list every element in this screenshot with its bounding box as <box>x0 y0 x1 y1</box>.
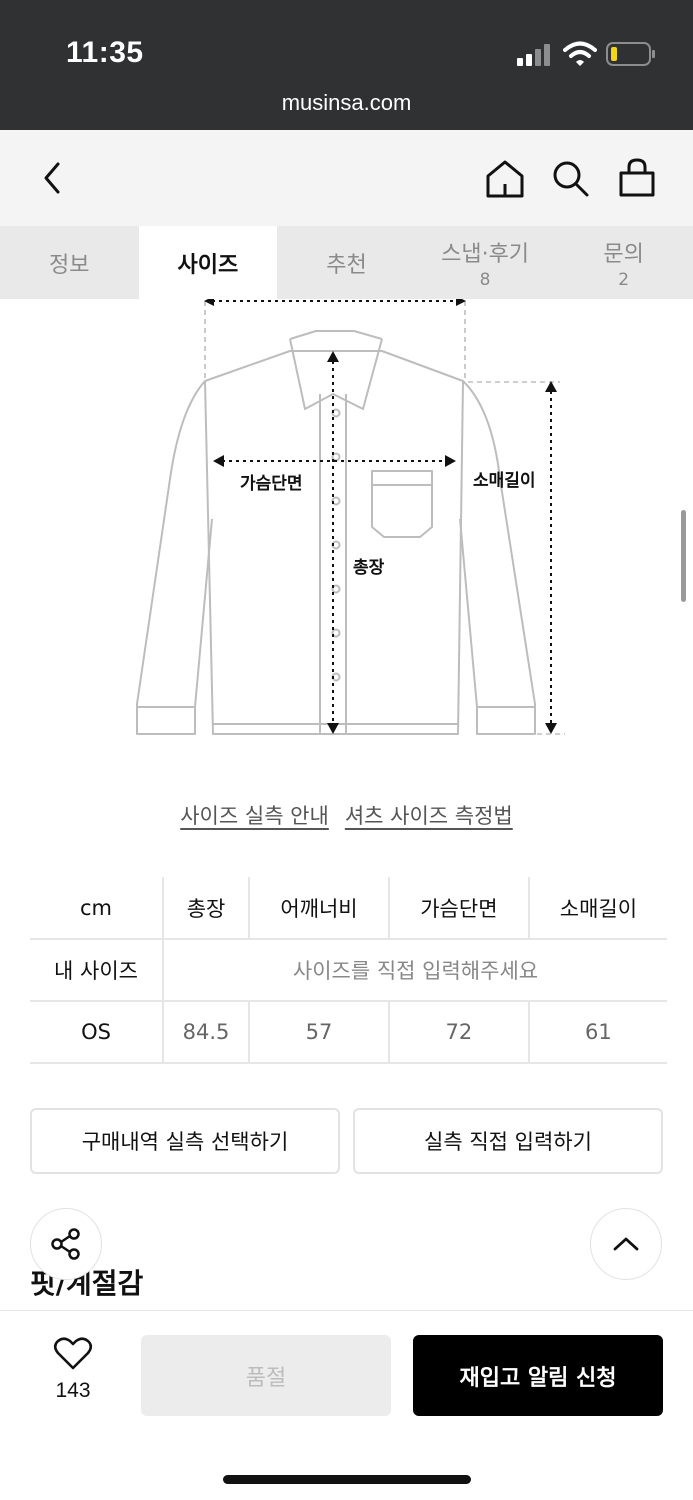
search-icon[interactable] <box>549 154 593 202</box>
tab-snap-review[interactable]: 스냅·후기 8 <box>416 226 555 299</box>
table-row: OS 84.5 57 72 61 <box>30 1001 667 1064</box>
chevron-up-icon <box>613 1237 639 1251</box>
scroll-to-top-button[interactable] <box>590 1208 662 1280</box>
table-cell: 72 <box>387 1001 529 1064</box>
product-tabs: 정보 사이즈 추천 스냅·후기 8 문의 2 <box>0 226 693 299</box>
home-icon[interactable] <box>483 154 527 202</box>
review-count: 8 <box>479 269 491 290</box>
table-header-cell: 어깨너비 <box>248 877 389 940</box>
app-header <box>0 130 693 226</box>
direct-input-size-button[interactable]: 실측 직접 입력하기 <box>353 1108 663 1174</box>
table-header-cell: 가슴단면 <box>387 877 529 940</box>
status-bar: 11:35 musinsa.com <box>0 0 693 130</box>
label-sleeve: 소매길이 <box>473 471 536 491</box>
table-header-cell: 소매길이 <box>527 877 667 940</box>
table-cell: 61 <box>527 1001 667 1064</box>
shirt-outline <box>136 330 536 735</box>
inquiry-count: 2 <box>618 269 630 290</box>
chevron-left-icon[interactable] <box>38 154 68 202</box>
tab-recommend[interactable]: 추천 <box>277 226 416 299</box>
table-header-row: cm 총장 어깨너비 가슴단면 소매길이 <box>30 877 667 940</box>
restock-alert-button[interactable]: 재입고 알림 신청 <box>413 1335 663 1416</box>
soldout-button: 품절 <box>141 1335 391 1416</box>
shirt-measure-link[interactable]: 셔츠 사이즈 측정법 <box>345 800 513 830</box>
like-count: 143 <box>55 1379 91 1402</box>
like-button[interactable]: 143 <box>44 1337 102 1403</box>
my-size-input-prompt[interactable]: 사이즈를 직접 입력해주세요 <box>162 939 667 1002</box>
tab-info[interactable]: 정보 <box>0 226 139 299</box>
table-cell: 57 <box>248 1001 389 1064</box>
share-icon <box>51 1228 80 1260</box>
unit-cell: cm <box>30 877 163 940</box>
battery-icon <box>606 42 655 66</box>
heart-icon <box>53 1337 93 1370</box>
measurement-actions: 구매내역 실측 선택하기 실측 직접 입력하기 <box>30 1108 663 1174</box>
scrollbar[interactable] <box>681 510 686 602</box>
page-url[interactable]: musinsa.com <box>0 90 693 116</box>
cellular-signal-icon <box>517 44 557 66</box>
share-button[interactable] <box>30 1208 102 1280</box>
label-chest: 가슴단면 <box>240 474 303 494</box>
wifi-icon <box>563 41 597 66</box>
home-indicator <box>223 1475 471 1484</box>
table-cell: 84.5 <box>161 1001 250 1064</box>
my-size-row: 내 사이즈 사이즈를 직접 입력해주세요 <box>30 939 667 1002</box>
size-guide-link[interactable]: 사이즈 실측 안내 <box>180 800 329 830</box>
label-length: 총장 <box>353 558 385 578</box>
size-guide-links: 사이즈 실측 안내 셔츠 사이즈 측정법 <box>0 800 693 830</box>
size-table: cm 총장 어깨너비 가슴단면 소매길이 내 사이즈 사이즈를 직접 입력해주세… <box>30 877 667 1064</box>
tab-inquiry[interactable]: 문의 2 <box>554 226 693 299</box>
status-time: 11:35 <box>66 36 144 69</box>
my-size-label: 내 사이즈 <box>30 939 163 1002</box>
purchase-bar: 143 품절 재입고 알림 신청 <box>0 1310 693 1500</box>
bag-icon[interactable] <box>616 154 660 202</box>
table-header-cell: 총장 <box>161 877 250 940</box>
tab-size[interactable]: 사이즈 <box>138 226 278 299</box>
size-name-cell: OS <box>30 1001 163 1064</box>
size-measurement-diagram: 가슴단면 총장 소매길이 <box>136 299 565 735</box>
select-purchase-size-button[interactable]: 구매내역 실측 선택하기 <box>30 1108 340 1174</box>
